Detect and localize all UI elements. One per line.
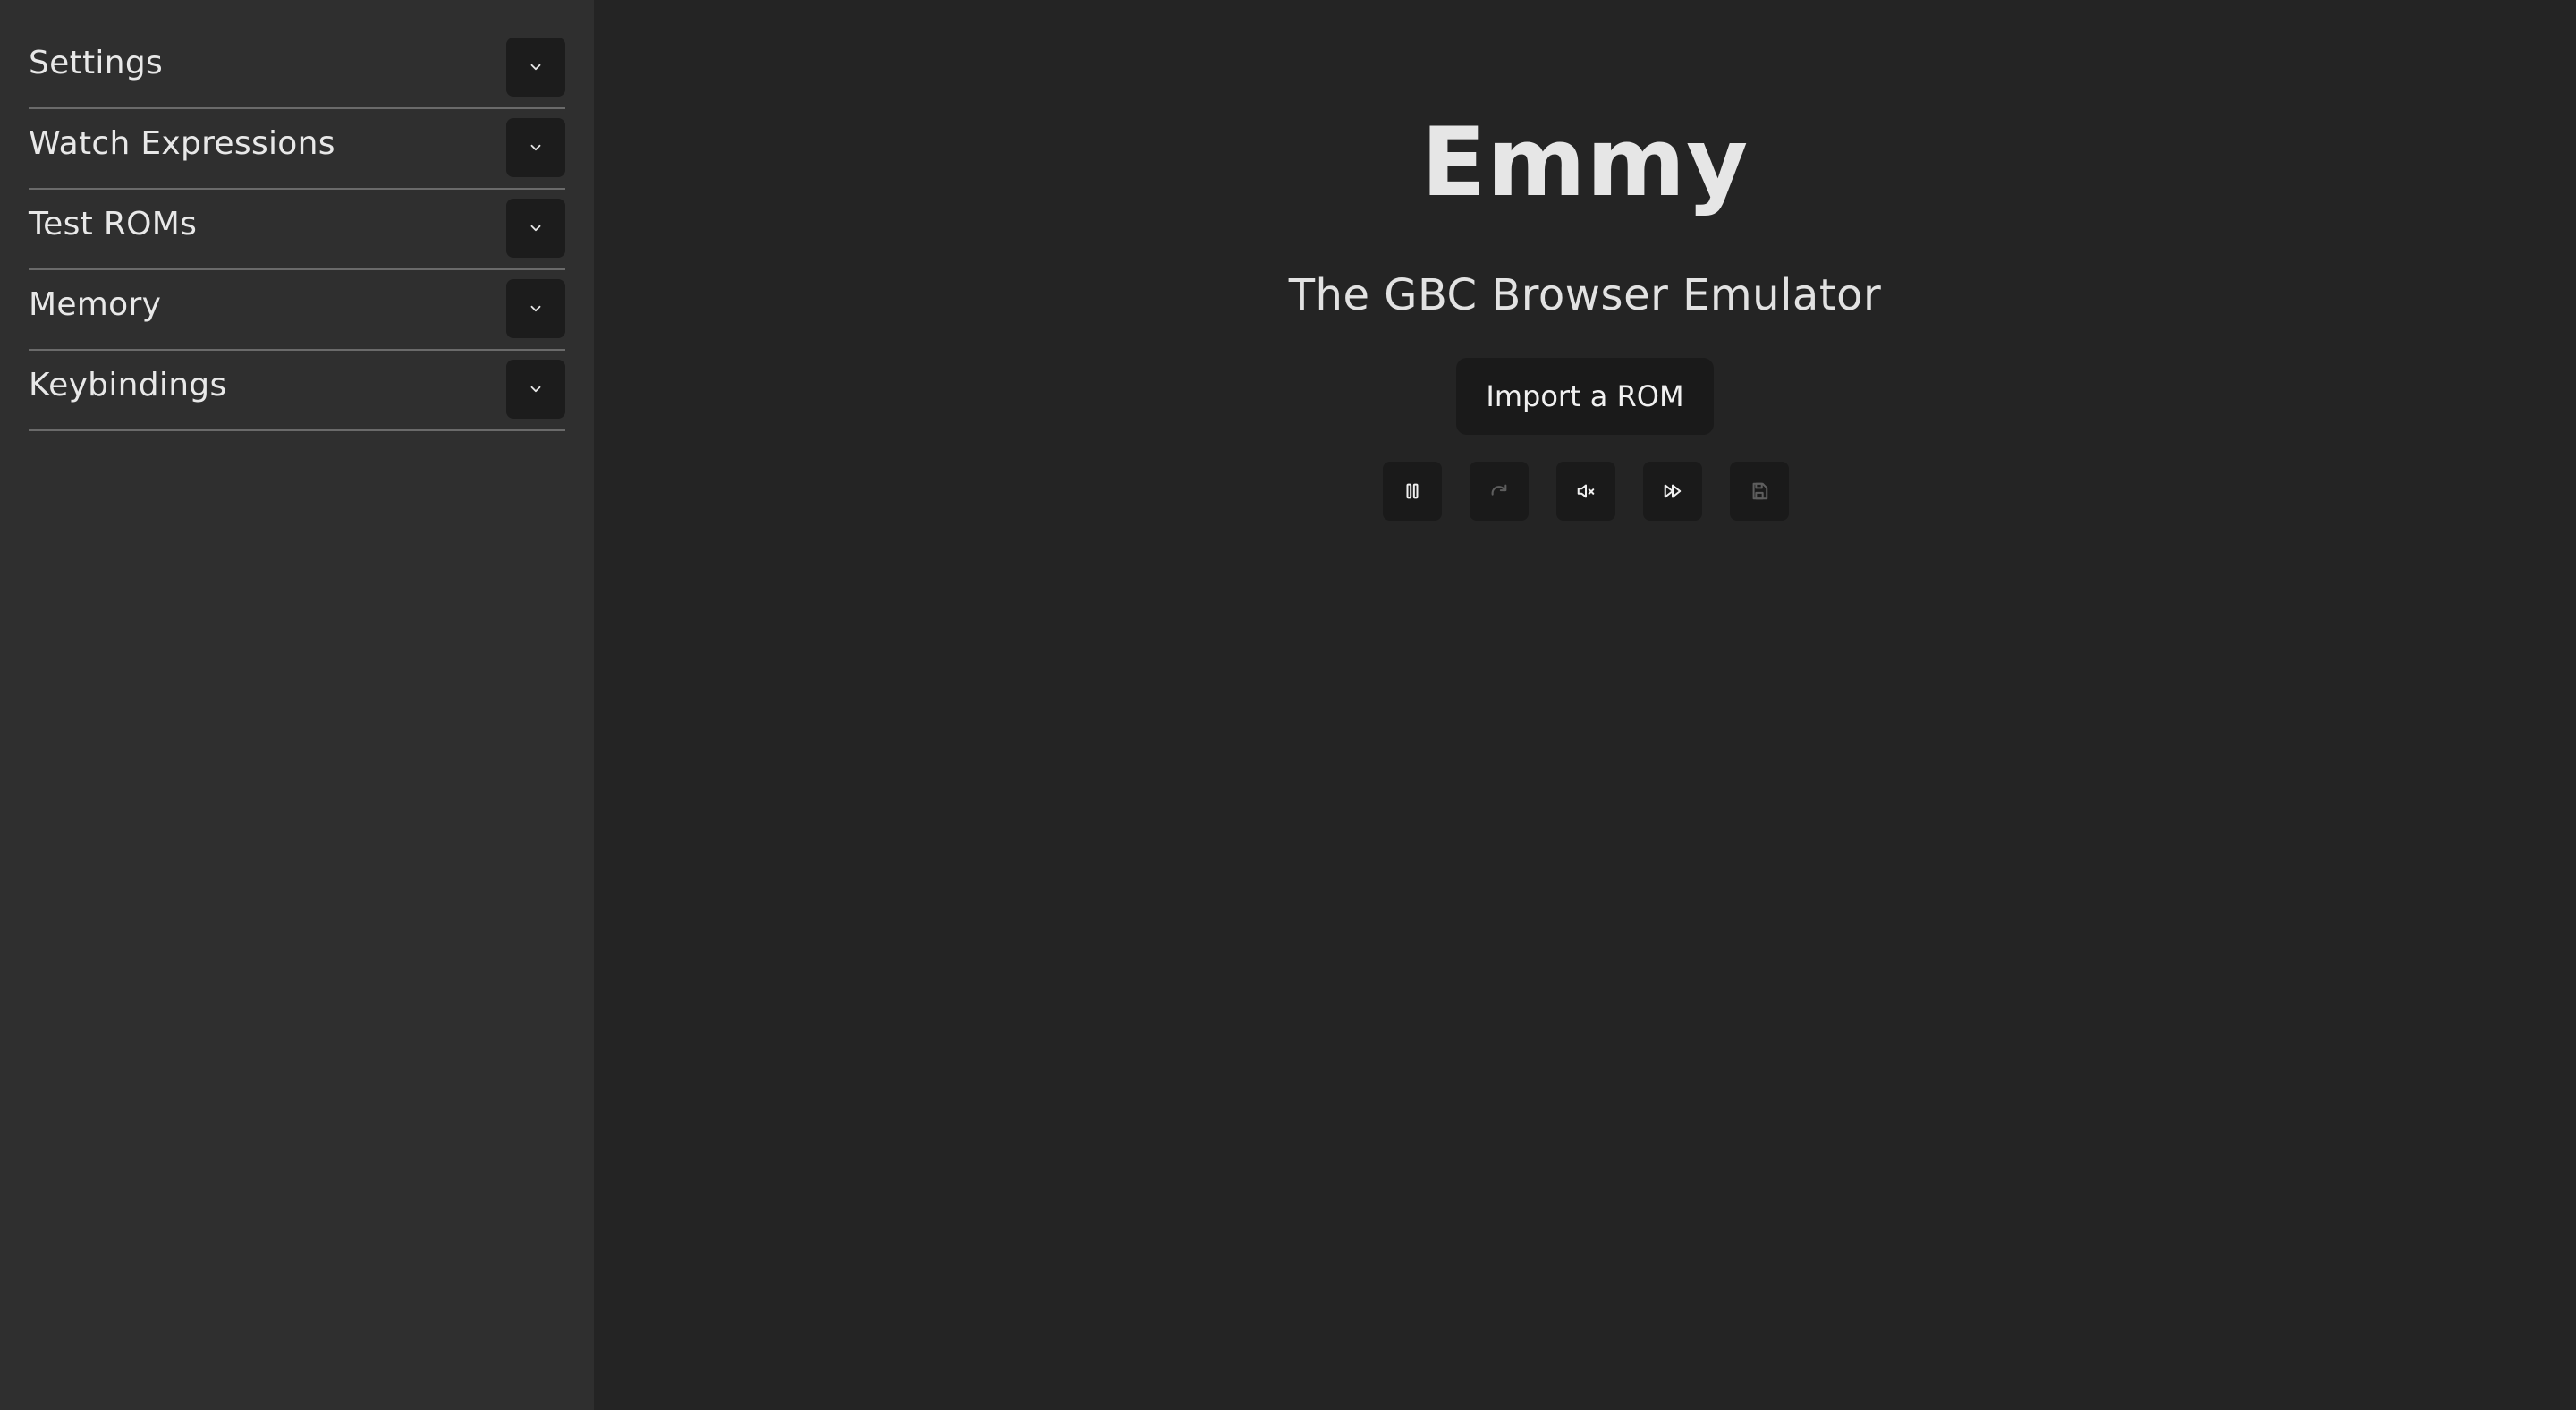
mute-button[interactable]: [1556, 462, 1615, 521]
fast-forward-icon: [1664, 484, 1682, 498]
accordion-label: Settings: [29, 45, 164, 81]
save-icon: [1752, 482, 1768, 500]
import-rom-button[interactable]: Import a ROM: [1456, 358, 1714, 435]
accordion-label: Keybindings: [29, 367, 227, 403]
redo-icon: [1491, 484, 1507, 496]
app-subtitle: The GBC Browser Emulator: [1288, 270, 1882, 320]
app-title: Emmy: [1420, 107, 1750, 217]
accordion-settings: Settings: [29, 29, 565, 109]
chevron-down-icon: [530, 64, 541, 71]
sidebar: Settings Watch Expressions Test ROMs Mem…: [0, 0, 594, 1410]
accordion-test-roms: Test ROMs: [29, 190, 565, 270]
pause-button[interactable]: [1383, 462, 1442, 521]
accordion-label: Memory: [29, 286, 162, 323]
app-root: Settings Watch Expressions Test ROMs Mem…: [0, 0, 2576, 1410]
settings-expand-button[interactable]: [506, 38, 565, 97]
emulator-controls: [1383, 462, 1789, 521]
mute-icon: [1577, 484, 1595, 498]
chevron-down-icon: [530, 386, 541, 393]
main-panel: Emmy The GBC Browser Emulator Import a R…: [594, 0, 2576, 1410]
watch-expressions-expand-button[interactable]: [506, 118, 565, 177]
accordion-memory: Memory: [29, 270, 565, 351]
chevron-down-icon: [530, 305, 541, 312]
save-button[interactable]: [1730, 462, 1789, 521]
memory-expand-button[interactable]: [506, 279, 565, 338]
accordion-keybindings: Keybindings: [29, 351, 565, 431]
fast-forward-button[interactable]: [1643, 462, 1702, 521]
accordion-label: Watch Expressions: [29, 125, 335, 162]
restart-button[interactable]: [1470, 462, 1529, 521]
keybindings-expand-button[interactable]: [506, 360, 565, 419]
test-roms-expand-button[interactable]: [506, 199, 565, 258]
accordion-watch-expressions: Watch Expressions: [29, 109, 565, 190]
chevron-down-icon: [530, 144, 541, 151]
accordion-label: Test ROMs: [29, 206, 198, 242]
chevron-down-icon: [530, 225, 541, 232]
pause-icon: [1406, 483, 1419, 499]
